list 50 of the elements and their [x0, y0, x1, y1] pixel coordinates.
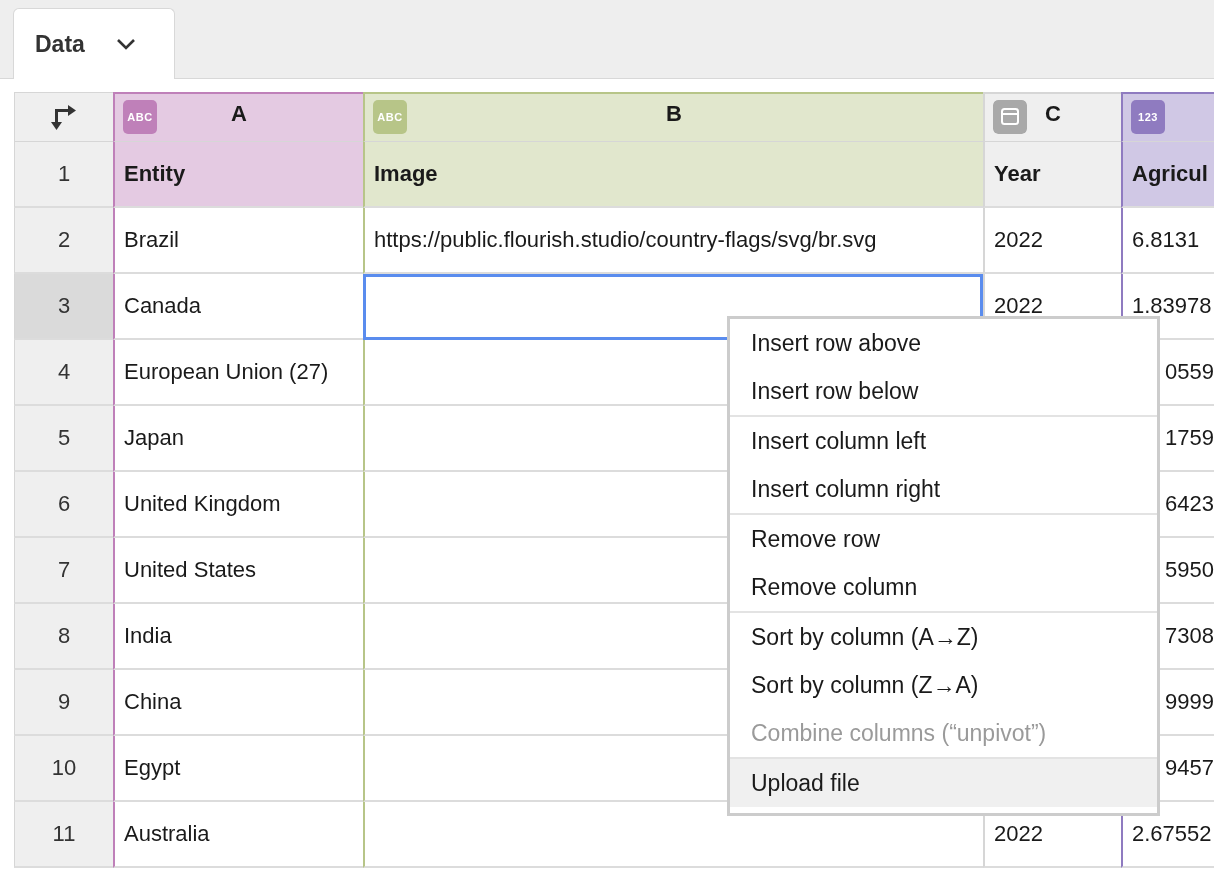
column-name-cell: Entity: [113, 142, 363, 208]
table-cell: European Union (27): [113, 340, 363, 406]
menu-item[interactable]: Remove column: [730, 563, 1157, 611]
corner-cell[interactable]: [14, 92, 113, 142]
type-badge: 123: [1131, 100, 1165, 134]
table-cell: India: [113, 604, 363, 670]
table-cell: Egypt: [113, 736, 363, 802]
row-number[interactable]: 11: [14, 802, 113, 868]
table-cell: Brazil: [113, 208, 363, 274]
menu-item[interactable]: Upload file: [730, 759, 1157, 807]
column-header[interactable]: 123: [1121, 92, 1214, 142]
column-header[interactable]: ABC A: [113, 92, 363, 142]
menu-item[interactable]: Sort by column (Z→A): [730, 661, 1157, 709]
row-number[interactable]: 7: [14, 538, 113, 604]
column-letter: B: [666, 100, 682, 127]
data-tab[interactable]: Data: [13, 8, 175, 79]
type-badge: ABC: [123, 100, 157, 134]
menu-item[interactable]: Insert column left: [730, 417, 1157, 465]
table-cell: 2022: [983, 208, 1121, 274]
column-header[interactable]: C: [983, 92, 1121, 142]
type-badge: ABC: [373, 100, 407, 134]
table-cell: United States: [113, 538, 363, 604]
table-cell: 6.8131: [1121, 208, 1214, 274]
column-letter: A: [231, 100, 247, 127]
table-cell: United Kingdom: [113, 472, 363, 538]
column-letter: C: [1045, 100, 1061, 127]
row-number[interactable]: 2: [14, 208, 113, 274]
table-cell: China: [113, 670, 363, 736]
row-number[interactable]: 8: [14, 604, 113, 670]
column-name-cell: Year: [983, 142, 1121, 208]
table-cell: Japan: [113, 406, 363, 472]
chevron-down-icon: [114, 37, 137, 51]
row-number[interactable]: 9: [14, 670, 113, 736]
row-number[interactable]: 3: [14, 274, 113, 340]
row-number[interactable]: 10: [14, 736, 113, 802]
column-name-cell: Agricul: [1121, 142, 1214, 208]
menu-item[interactable]: Insert column right: [730, 465, 1157, 513]
row-number[interactable]: 1: [14, 142, 113, 208]
row-number[interactable]: 5: [14, 406, 113, 472]
menu-item[interactable]: Sort by column (A→Z): [730, 613, 1157, 661]
transpose-arrow-icon: [50, 103, 78, 131]
menu-item[interactable]: Insert row below: [730, 367, 1157, 415]
row-number[interactable]: 4: [14, 340, 113, 406]
column-header[interactable]: ABC B: [363, 92, 983, 142]
table-cell: Canada: [113, 274, 363, 340]
column-name-cell: Image: [363, 142, 983, 208]
table-cell: Australia: [113, 802, 363, 868]
table-cell: https://public.flourish.studio/country-flags/svg/br.svg: [363, 208, 983, 274]
menu-item[interactable]: Remove row: [730, 515, 1157, 563]
row-number[interactable]: 6: [14, 472, 113, 538]
